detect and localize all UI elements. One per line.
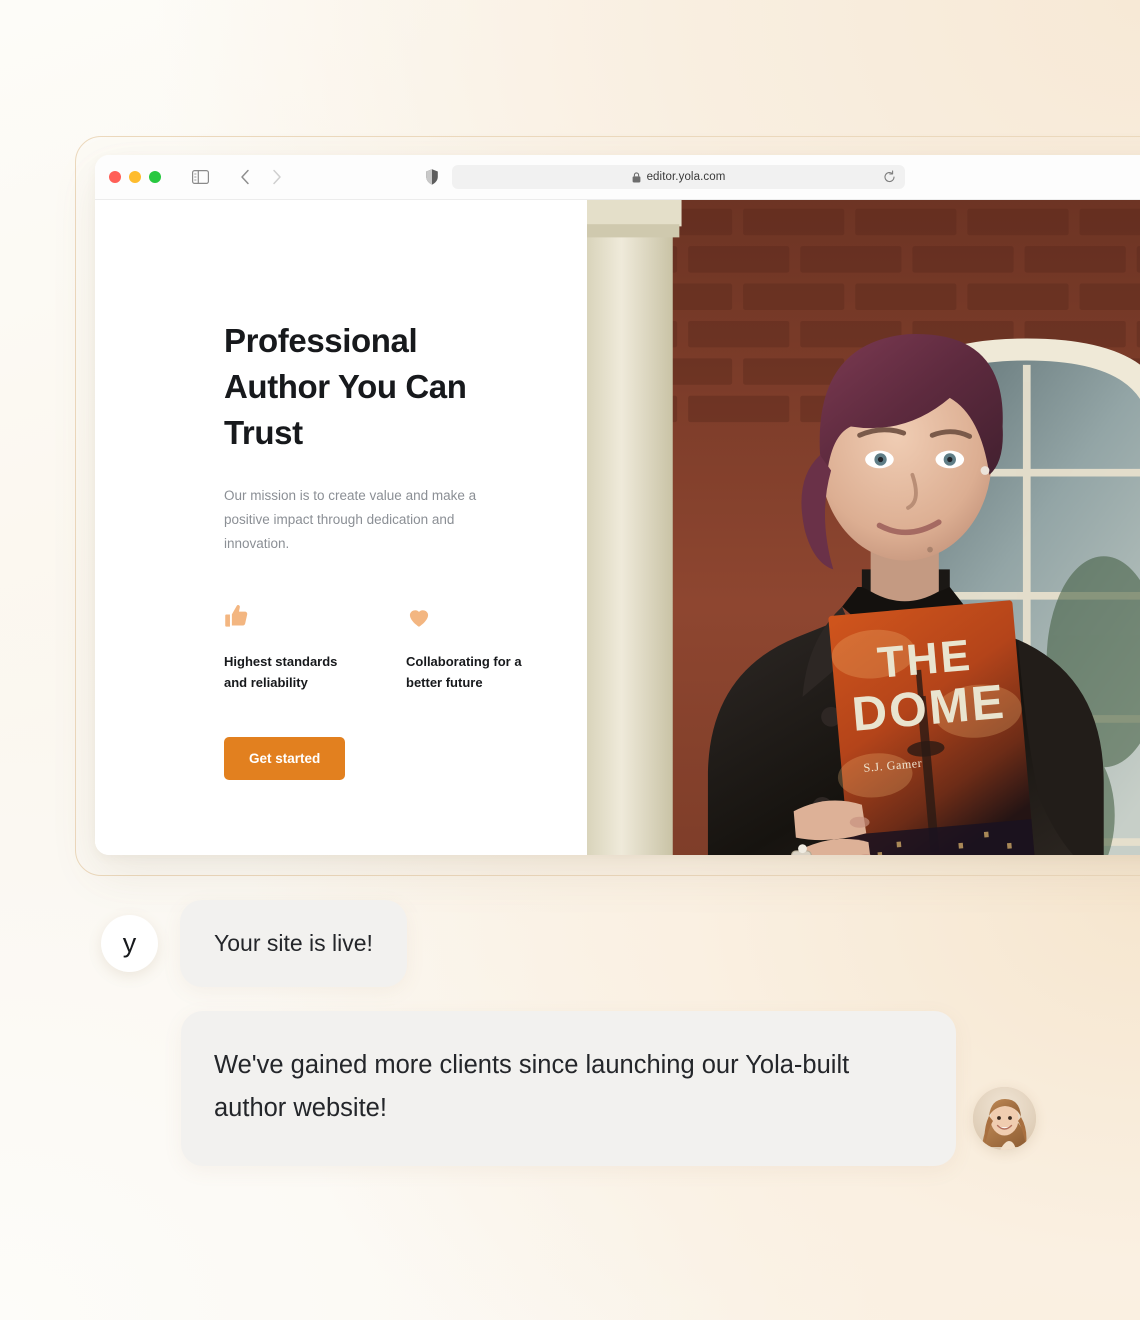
address-bar[interactable]: editor.yola.com [452,165,905,189]
yola-logo-avatar: y [101,915,158,972]
chevron-left-icon[interactable] [235,167,255,187]
author-holding-book-photo: THE DOME S.J. Gamer [587,200,1140,855]
feature-item-standards: Highest standards and reliability [224,600,360,693]
sidebar-icon[interactable] [189,166,211,188]
customer-photo-avatar [973,1087,1036,1150]
feature-label: Collaborating for a better future [406,654,522,690]
browser-toolbar: editor.yola.com [95,155,1140,200]
chevron-right-icon[interactable] [267,167,287,187]
heart-icon [406,600,542,630]
close-button[interactable] [109,171,121,183]
chat-message-2: We've gained more clients since launchin… [0,987,1140,1166]
feature-list: Highest standards and reliability Collab… [224,600,587,693]
feature-item-collaboration: Collaborating for a better future [406,600,542,693]
hero-text-column: Professional Author You Can Trust Our mi… [95,200,587,855]
lock-icon [632,171,641,183]
page-background: editor.yola.com Professional Author You … [0,0,1140,1320]
hero-subtitle: Our mission is to create value and make … [224,488,477,551]
window-controls [109,171,161,183]
chat-bubble: We've gained more clients since launchin… [181,1011,956,1166]
site-viewport: Professional Author You Can Trust Our mi… [95,200,1140,855]
shield-icon[interactable] [425,169,439,186]
feature-label: Highest standards and reliability [224,654,338,690]
avatar-letter: y [122,928,137,958]
reload-icon[interactable] [883,170,896,184]
maximize-button[interactable] [149,171,161,183]
minimize-button[interactable] [129,171,141,183]
hero-photo-pane: THE DOME S.J. Gamer [587,200,1140,855]
url-text: editor.yola.com [646,171,726,183]
chat-message-1: y Your site is live! [0,900,1140,987]
page-title: Professional Author You Can Trust [224,322,467,451]
chat-bubble: Your site is live! [180,900,407,987]
navigation-buttons [235,167,287,187]
thumbs-up-icon [224,600,360,630]
browser-window: editor.yola.com Professional Author You … [95,155,1140,855]
chat-section: y Your site is live! We've gained more c… [0,900,1140,1166]
get-started-button[interactable]: Get started [224,737,346,780]
